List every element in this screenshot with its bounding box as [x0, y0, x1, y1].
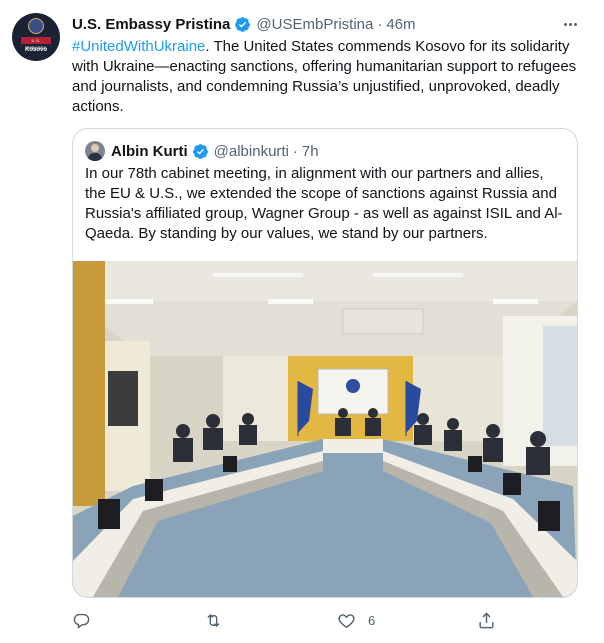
- reply-button[interactable]: [72, 607, 103, 633]
- tweet-header: U.S. Embassy Pristina @USEmbPristina · 4…: [72, 13, 416, 35]
- reply-icon: [73, 613, 90, 629]
- account-avatar[interactable]: U.S. EMBASSY Kosovo: [12, 13, 60, 61]
- separator-dot: ·: [292, 142, 298, 160]
- like-button[interactable]: 6: [337, 607, 375, 633]
- photo-illustration: [73, 261, 577, 597]
- retweet-icon: [207, 613, 220, 627]
- quote-avatar[interactable]: [85, 141, 105, 161]
- verified-badge-icon: [235, 16, 251, 32]
- quoted-tweet[interactable]: Albin Kurti @albinkurti · 7h In our 78th…: [72, 128, 578, 598]
- more-options-button[interactable]: [560, 14, 580, 34]
- like-count: 6: [368, 612, 376, 628]
- more-dot-icon: [573, 22, 577, 26]
- hashtag-link[interactable]: #UnitedWithUkraine: [72, 38, 205, 55]
- avatar-location-text: Kosovo: [24, 47, 47, 53]
- separator-dot: ·: [377, 15, 383, 33]
- quote-header: Albin Kurti @albinkurti · 7h: [85, 141, 319, 161]
- account-name[interactable]: U.S. Embassy Pristina: [72, 16, 230, 33]
- account-handle[interactable]: @USEmbPristina: [256, 16, 373, 33]
- tweet-text: #UnitedWithUkraine. The United States co…: [72, 37, 587, 117]
- embassy-seal-icon: [28, 18, 44, 34]
- verified-badge-icon: [192, 143, 208, 159]
- more-dot-icon: [563, 22, 567, 26]
- share-button[interactable]: [477, 607, 508, 633]
- cabinet-meeting-photo[interactable]: [73, 261, 577, 597]
- quote-account-name: Albin Kurti: [111, 142, 188, 160]
- avatar-band-text: U.S. EMBASSY: [21, 37, 51, 50]
- quote-timestamp: 7h: [301, 142, 319, 160]
- retweet-button[interactable]: [204, 607, 235, 633]
- tweet-actions: 6: [72, 607, 512, 633]
- tweet-timestamp[interactable]: 46m: [386, 16, 415, 33]
- more-dot-icon: [568, 22, 572, 26]
- quote-text: In our 78th cabinet meeting, in alignmen…: [85, 165, 563, 242]
- tweet[interactable]: U.S. EMBASSY Kosovo U.S. Embassy Pristin…: [0, 0, 604, 643]
- heart-icon: [338, 613, 355, 628]
- share-icon: [479, 611, 494, 628]
- quote-account-handle: @albinkurti: [213, 142, 289, 160]
